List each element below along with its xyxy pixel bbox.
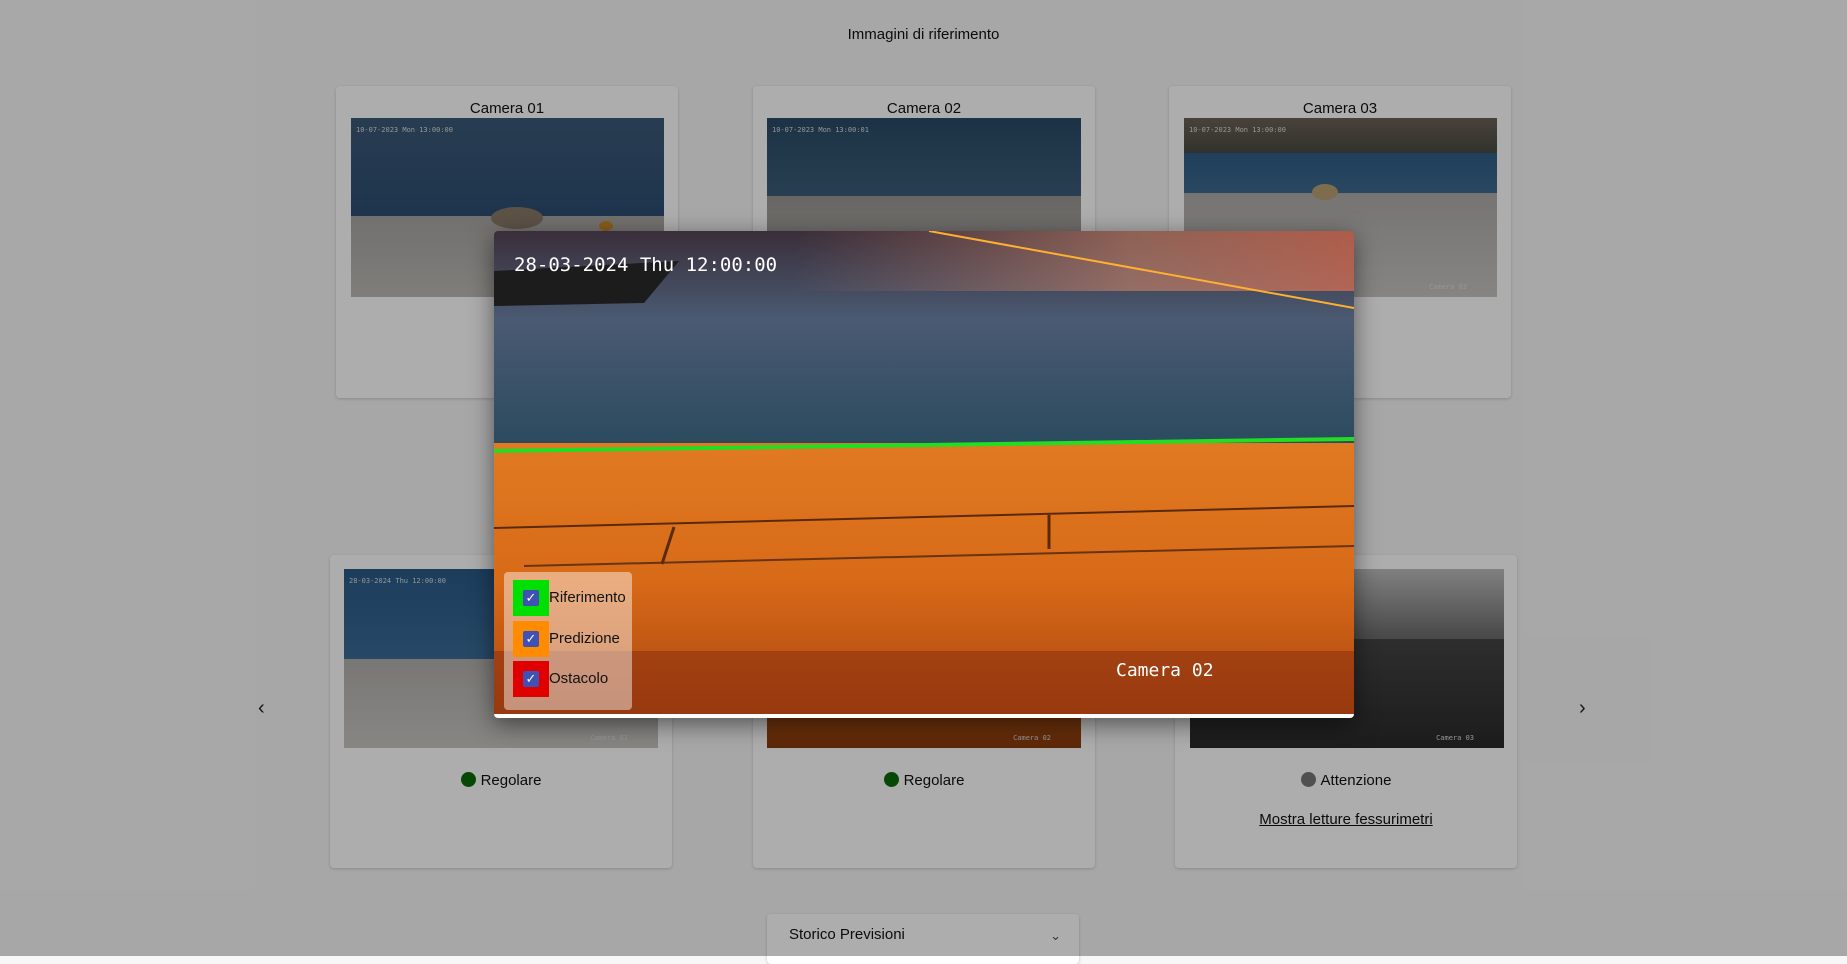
legend-label: Predizione [549, 630, 620, 647]
legend-label: Ostacolo [549, 670, 609, 687]
modal-bottom-border [494, 714, 1354, 718]
legend-item-predizione[interactable]: ✓ Predizione [513, 621, 633, 657]
image-viewer-modal: 28-03-2024 Thu 12:00:00 Camera 02 ✓ Rife… [494, 231, 1354, 718]
check-icon[interactable]: ✓ [523, 590, 539, 606]
overlay-legend: ✓ Riferimento ✓ Predizione ✓ Ostacolo [504, 572, 632, 710]
legend-item-riferimento[interactable]: ✓ Riferimento [513, 580, 633, 616]
legend-item-ostacolo[interactable]: ✓ Ostacolo [513, 661, 633, 697]
check-icon[interactable]: ✓ [523, 631, 539, 647]
modal-camera-label: Camera 02 [1116, 660, 1214, 681]
legend-label: Riferimento [549, 589, 626, 606]
modal-timestamp: 28-03-2024 Thu 12:00:00 [514, 254, 777, 276]
check-icon[interactable]: ✓ [523, 671, 539, 687]
sea-reflection [794, 231, 1354, 291]
